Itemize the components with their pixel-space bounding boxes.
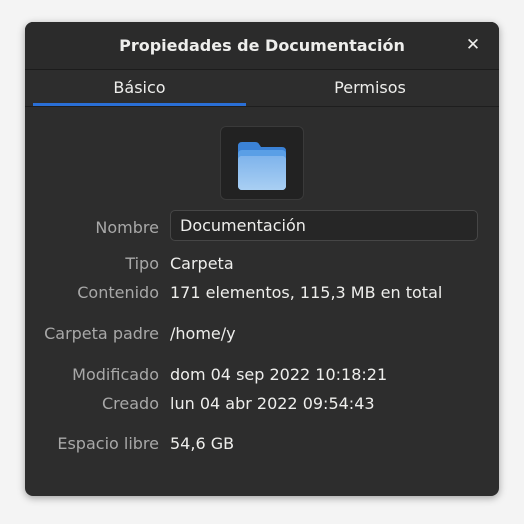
folder-icon-button[interactable]	[220, 126, 304, 200]
name-label: Nombre	[95, 218, 159, 237]
tab-bar: Básico Permisos	[25, 70, 499, 107]
parent-folder-label: Carpeta padre	[44, 324, 159, 343]
tab-basic[interactable]: Básico	[33, 70, 246, 106]
free-space-value: 54,6 GB	[170, 434, 235, 453]
name-input[interactable]	[170, 210, 478, 241]
title-bar: Propiedades de Documentación ✕	[25, 22, 499, 70]
type-value: Carpeta	[170, 254, 234, 273]
modified-value: dom 04 sep 2022 10:18:21	[170, 365, 388, 384]
contents-label: Contenido	[77, 283, 159, 302]
dialog-title: Propiedades de Documentación	[119, 36, 405, 55]
folder-icon	[238, 142, 286, 190]
type-label: Tipo	[125, 254, 159, 273]
active-tab-indicator	[33, 103, 246, 106]
modified-label: Modificado	[72, 365, 159, 384]
free-space-label: Espacio libre	[57, 434, 159, 453]
created-value: lun 04 abr 2022 09:54:43	[170, 394, 375, 413]
close-icon: ✕	[465, 35, 481, 55]
contents-value: 171 elementos, 115,3 MB en total	[170, 283, 443, 302]
created-label: Creado	[102, 394, 159, 413]
close-button[interactable]: ✕	[463, 34, 483, 56]
properties-dialog: Propiedades de Documentación ✕ Básico Pe…	[25, 22, 499, 496]
parent-folder-value[interactable]: /home/y	[170, 324, 236, 343]
tab-permissions[interactable]: Permisos	[265, 70, 475, 106]
